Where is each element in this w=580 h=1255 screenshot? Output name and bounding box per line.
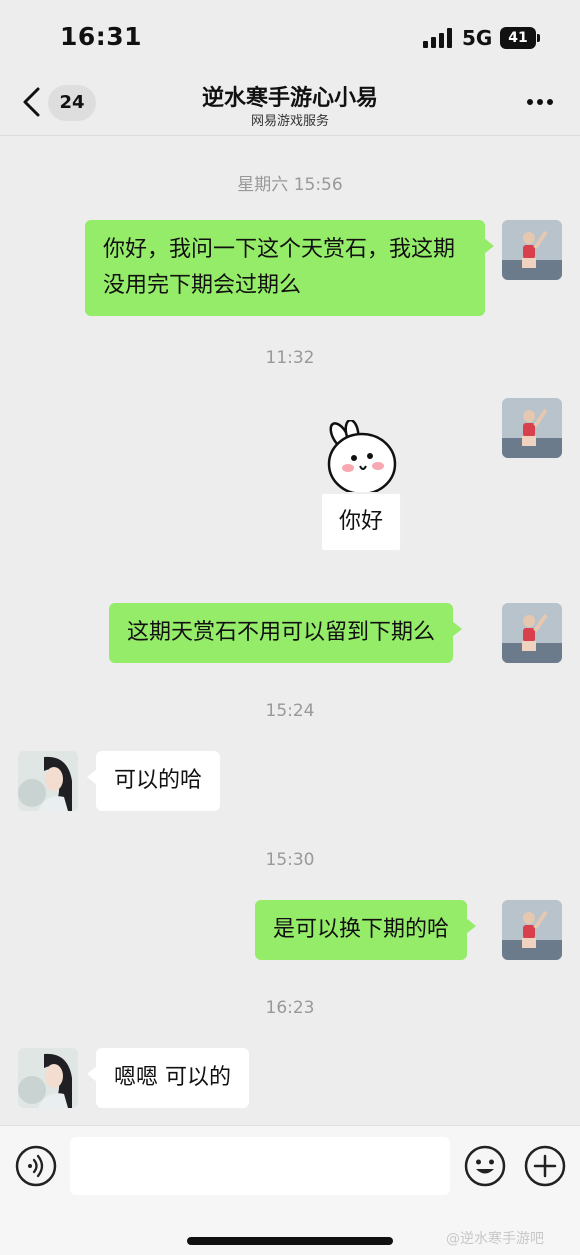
- chat-screen: 16:31 5G 41 24 逆水寒手游心小易 网易游戏服务 星期六 15:56…: [0, 0, 580, 1255]
- nav-bar: 24 逆水寒手游心小易 网易游戏服务: [0, 70, 580, 136]
- watermark: @逆水寒手游吧: [446, 1231, 544, 1247]
- signal-icon: [423, 28, 452, 48]
- incoming-message[interactable]: 可以的哈: [86, 751, 221, 811]
- emoji-icon[interactable]: [464, 1145, 506, 1187]
- status-bar: 16:31 5G 41: [0, 0, 580, 70]
- outgoing-message[interactable]: 是可以换下期的哈: [255, 900, 477, 960]
- battery-icon: 41: [500, 27, 540, 49]
- timestamp: 15:24: [265, 701, 315, 721]
- plus-icon[interactable]: [524, 1145, 566, 1187]
- user-avatar[interactable]: [502, 900, 562, 960]
- service-avatar[interactable]: [18, 1048, 78, 1108]
- user-avatar[interactable]: [502, 603, 562, 663]
- rabbit-sticker-icon: [327, 418, 397, 496]
- voice-icon[interactable]: [15, 1145, 57, 1187]
- status-time: 16:31: [60, 22, 143, 51]
- home-indicator[interactable]: [187, 1237, 393, 1245]
- chat-title: 逆水寒手游心小易: [201, 86, 378, 111]
- outgoing-message[interactable]: 你好，我问一下这个天赏石，我这期没用完下期会过期么: [85, 220, 494, 316]
- outgoing-message[interactable]: 这期天赏石不用可以留到下期么: [109, 603, 463, 663]
- timestamp: 11:32: [265, 348, 315, 368]
- timestamp: 16:23: [265, 998, 315, 1018]
- timestamp: 星期六 15:56: [237, 175, 343, 195]
- chat-subtitle: 网易游戏服务: [250, 114, 329, 129]
- user-avatar[interactable]: [502, 220, 562, 280]
- sticker-text: 你好: [320, 492, 402, 552]
- user-avatar[interactable]: [502, 398, 562, 458]
- battery-level: 41: [508, 30, 528, 46]
- input-bar: @逆水寒手游吧: [0, 1125, 580, 1255]
- network-label: 5G: [462, 26, 493, 50]
- more-dots-icon[interactable]: [526, 98, 554, 106]
- message-input[interactable]: [70, 1137, 450, 1195]
- incoming-message[interactable]: 嗯嗯 可以的: [87, 1048, 249, 1108]
- service-avatar[interactable]: [18, 751, 78, 811]
- sticker-message[interactable]: 你好: [306, 418, 406, 554]
- timestamp: 15:30: [265, 850, 315, 870]
